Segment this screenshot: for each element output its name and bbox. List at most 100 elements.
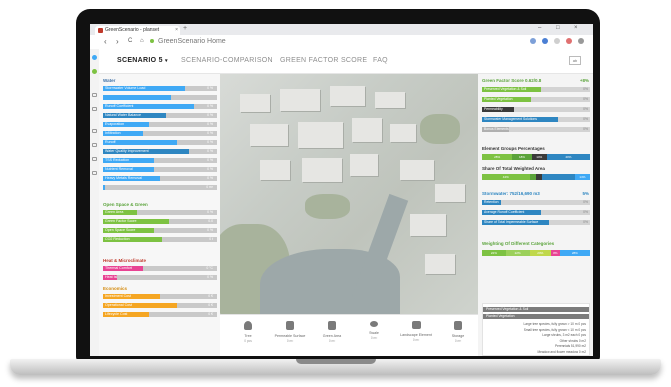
send-icon[interactable] (92, 107, 97, 111)
green-indicator-row[interactable]: Green Factor Score 0.0 (103, 219, 217, 224)
economy-indicator-bar: Operational Cost (103, 303, 178, 308)
green-indicator-label: Open Space Score (105, 228, 136, 232)
maximize-button[interactable]: □ (556, 25, 560, 31)
water-indicator-bar: TSS Reduction (103, 158, 155, 163)
water-indicator-bar: Runoff (103, 140, 178, 145)
green-indicator-label: CO2 Reduction (105, 237, 130, 241)
water-indicator-row[interactable]: Runoff Coefficient 0 % (103, 104, 217, 109)
green-indicator-row[interactable]: CO2 Reduction 0 t (103, 237, 217, 242)
gfs-row[interactable]: Planted Vegetation 0% (482, 97, 590, 102)
economy-indicator-label: Lifecycle Cost (105, 312, 128, 316)
back-button[interactable]: ‹ (104, 37, 107, 46)
heat-section-title: Heat & Microclimate (103, 258, 147, 263)
tool-storage[interactable]: Storage 0 m³ (438, 321, 478, 343)
extension-icon[interactable] (542, 38, 548, 44)
economy-indicator-row[interactable]: Operational Cost 0 € (103, 303, 217, 308)
stormwater-label: Average Runoff Coefficient (484, 210, 525, 214)
gfs-row[interactable]: Permeability 0% (482, 107, 590, 112)
reload-button[interactable]: C (128, 38, 132, 44)
category-segment: 8% (551, 250, 560, 256)
water-indicator-row[interactable]: Water Quality Improvement 0 % (103, 149, 217, 154)
economy-indicator-bar: Investment Cost (103, 294, 160, 299)
heat-indicator-value: 0 % (207, 275, 213, 279)
water-indicator-row[interactable]: TSS Reduction 0 % (103, 158, 217, 163)
home-button[interactable]: ⌂ (140, 38, 144, 44)
water-indicator-row[interactable]: Evaporation 0 % (103, 122, 217, 127)
tool-permeable-surface[interactable]: Permeable Surface 0 m² (270, 321, 310, 343)
economy-indicator-value: 0 € (208, 294, 213, 298)
account-icon[interactable] (566, 38, 572, 44)
gfs-row[interactable]: Stormwater Management Solutions 0% (482, 117, 590, 122)
search-icon[interactable] (92, 93, 97, 97)
grid-icon[interactable] (92, 129, 97, 133)
stormwater-row[interactable]: Average Runoff Coefficient 0% (482, 210, 590, 215)
messenger-icon[interactable] (92, 55, 97, 60)
browser-tab-bar: GreenScenario - planset × + – □ × (90, 24, 593, 35)
heat-indicator-row[interactable]: Heat Island Reduction 0 % (103, 275, 217, 280)
water-indicator-row[interactable]: Runoff 0 % (103, 140, 217, 145)
view-toggle-button[interactable]: ab (569, 56, 581, 65)
stormwater-title: Stormwater: 752/16,690 m3 (482, 191, 540, 196)
heat-indicator-bar: Heat Island Reduction (103, 275, 117, 280)
box-icon[interactable] (92, 157, 97, 161)
building (280, 89, 320, 111)
new-tab-button[interactable]: + (183, 25, 187, 32)
building (352, 118, 382, 142)
gfs-row[interactable]: Preserved Vegetation & Soil 0% (482, 87, 590, 92)
whatsapp-icon[interactable] (92, 69, 97, 74)
water-indicator-row[interactable]: Heavy Metals Removal 0 % (103, 176, 217, 181)
green-indicator-row[interactable]: Open Space Score 0 % (103, 228, 217, 233)
tool-tree[interactable]: Tree 0 pcs (228, 321, 268, 343)
building (435, 184, 465, 202)
stormwater-row[interactable]: Share of Total Impermeable Surface 0% (482, 220, 590, 225)
economy-indicator-row[interactable]: Investment Cost 0 € (103, 294, 217, 299)
economy-indicator-bar: Lifecycle Cost (103, 312, 149, 317)
tool-swale[interactable]: Swale 0 m² (354, 321, 394, 340)
element-group-segment: 28% (482, 154, 513, 160)
water-indicator-row[interactable]: On-site Water Storage 0 m³ (103, 185, 217, 190)
building (302, 158, 342, 182)
city-3d-map[interactable] (220, 74, 478, 314)
water-indicator-row[interactable]: Natural Water Balance 0 % (103, 113, 217, 118)
settings-icon[interactable] (92, 171, 97, 175)
heat-indicator-row[interactable]: Thermal Comfort 0 °C (103, 266, 217, 271)
tab-close-icon[interactable]: × (175, 26, 178, 35)
economy-indicator-row[interactable]: Lifecycle Cost 0 € (103, 312, 217, 317)
storage-icon (454, 321, 462, 330)
water-indicator-row[interactable]: Infiltration 0 % (103, 131, 217, 136)
minimize-button[interactable]: – (538, 25, 541, 31)
url-field[interactable]: GreenScenario Home (158, 38, 226, 45)
green-indicator-value: 0.0 (208, 219, 213, 223)
category-segment: 22% (482, 250, 506, 256)
water-indicator-bar: Infiltration (103, 131, 143, 136)
green-area-icon (328, 321, 336, 330)
bookmark-icon[interactable] (530, 38, 536, 44)
forward-button[interactable]: › (116, 37, 119, 46)
category-detail-line: Other shrubs 0 m2 (559, 338, 586, 343)
swale-icon (370, 321, 378, 327)
stormwater-row[interactable]: Retention 0% (482, 200, 590, 205)
nav-scenario-comparison[interactable]: SCENARIO-COMPARISON (181, 57, 273, 64)
close-window-button[interactable]: × (574, 25, 578, 31)
water-indicator-row[interactable] (103, 95, 217, 100)
landscape-element-label: Landscape Element (400, 333, 432, 337)
element-groups-title: Element Groups Percentages (482, 146, 545, 151)
tool-green-area[interactable]: Green Area 0 m² (312, 321, 352, 343)
browser-tab[interactable]: GreenScenario - planset × (95, 26, 180, 35)
menu-icon[interactable] (578, 38, 584, 44)
nav-green-factor-score[interactable]: GREEN FACTOR SCORE (280, 57, 367, 64)
water-indicator-value: 0 % (207, 86, 213, 90)
water-indicator-row[interactable]: Stormwater Volume Load 0 % (103, 86, 217, 91)
water-indicator-label: Runoff (105, 140, 116, 144)
nav-scenario-5[interactable]: SCENARIO 5 ▾ (117, 57, 168, 64)
categories-bar: 22% 22% 20% 8% 28% (482, 250, 590, 256)
tool-landscape-element[interactable]: Landscape Element 0 m² (396, 321, 436, 342)
share-icon[interactable] (554, 38, 560, 44)
green-indicator-row[interactable]: Green Area 0 % (103, 210, 217, 215)
categories-title: Weighting Of Different Categories (482, 241, 555, 246)
water-indicator-row[interactable]: Nutrient Removal 0 % (103, 167, 217, 172)
clock-icon[interactable] (92, 143, 97, 147)
category-segment: 28% (559, 250, 590, 256)
nav-faq[interactable]: FAQ (373, 57, 388, 64)
gfs-row[interactable]: Bonus Elements 0% (482, 127, 590, 132)
